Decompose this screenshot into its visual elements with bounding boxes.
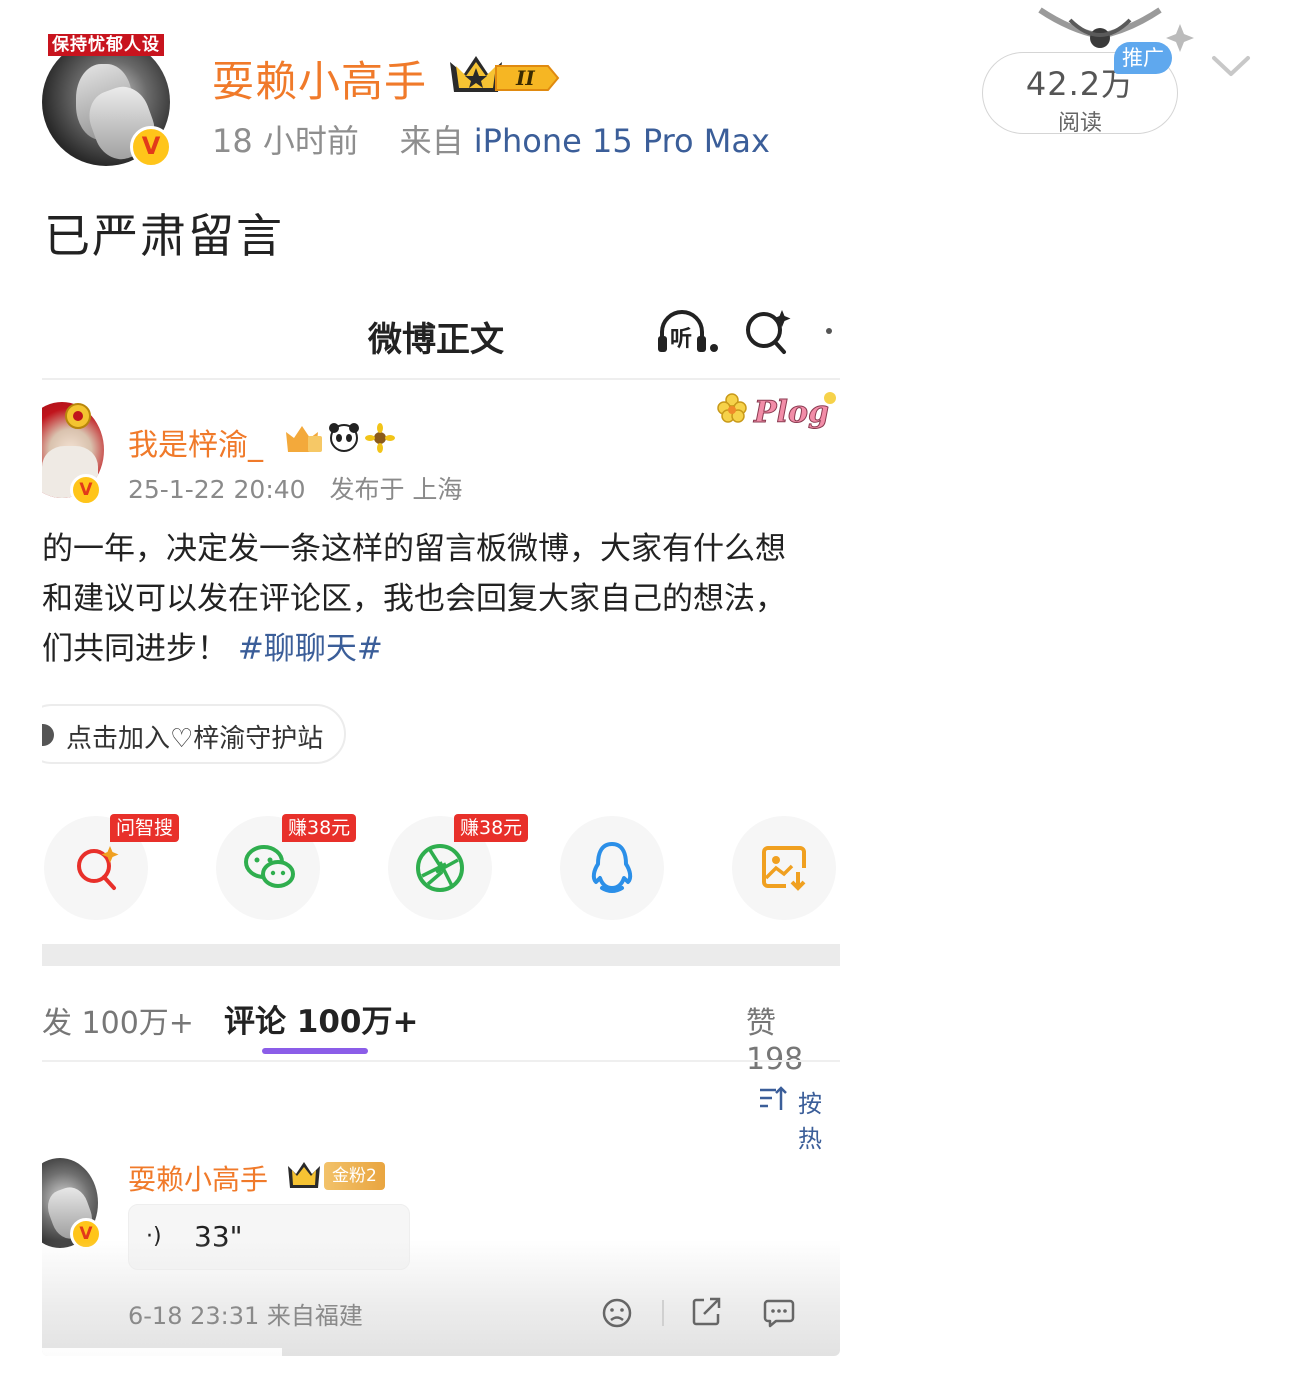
share-tag: 问智搜 — [110, 814, 180, 842]
share-tag: 赚38元 — [282, 814, 357, 842]
join-fan-group-label: 点击加入♡梓渝守护站 — [66, 724, 324, 754]
body-line-2: 和建议可以发在评论区，我也会回复大家自己的想法， — [42, 581, 786, 617]
screenshot-title: 微博正文 — [368, 320, 504, 360]
read-label: 阅读 — [1057, 111, 1102, 136]
author-name[interactable]: 耍赖小高手 — [212, 48, 427, 109]
share-tag: 赚38元 — [454, 814, 529, 842]
verified-badge-icon: V — [70, 474, 102, 506]
wechat-icon — [244, 845, 295, 888]
original-post-meta: 25-1-22 20:40 发布于 上海 — [128, 470, 462, 506]
moments-icon — [416, 844, 464, 892]
post-time: 18 小时前 — [212, 122, 359, 160]
verified-badge-icon: V — [130, 126, 172, 168]
comment-icon[interactable] — [762, 1296, 796, 1330]
svg-text:听: 听 — [670, 327, 692, 352]
more-icon[interactable] — [826, 328, 832, 334]
qq-icon — [591, 842, 633, 893]
commenter-name[interactable]: 耍赖小高手 — [128, 1158, 268, 1198]
post-source-label: 来自 — [399, 122, 464, 160]
share-icon[interactable] — [690, 1294, 724, 1328]
plog-sticker-icon: Plog — [717, 392, 836, 431]
original-author-name[interactable]: 我是梓渝_ — [128, 420, 263, 464]
ai-search-icon[interactable] — [742, 306, 792, 358]
post-text: 已严肃留言 — [44, 209, 284, 263]
fan-badge: 金粉2 — [324, 1162, 385, 1190]
listen-icon[interactable]: 听 — [656, 308, 720, 358]
dislike-face-icon[interactable] — [600, 1296, 634, 1330]
user-badges-icon — [286, 423, 395, 453]
member-crown-icon — [288, 1162, 320, 1188]
body-line-3: 们共同进步！ #聊聊天# — [42, 631, 383, 667]
ad-badge: 推广 — [1114, 42, 1172, 74]
svg-text:II: II — [515, 66, 535, 90]
member-crown-icon[interactable]: II — [446, 52, 562, 98]
original-post-body: 的一年，决定发一条这样的留言板微博，大家有什么想 和建议可以发在评论区，我也会回… — [42, 524, 840, 674]
embedded-screenshot[interactable]: 微博正文 听 V 我是梓渝_ 25-1-22 20:40 发布于 上海 Plog… — [42, 290, 840, 1356]
tab-repost[interactable]: 发 100万+ — [42, 998, 194, 1042]
section-separator — [42, 944, 840, 966]
save-image-icon — [762, 846, 806, 891]
sort-icon[interactable] — [758, 1084, 788, 1114]
original-post-datetime: 25-1-22 20:40 — [128, 475, 306, 504]
divider — [42, 1060, 840, 1062]
original-post-location: 发布于 上海 — [329, 475, 463, 504]
avatar-tag: 保持忧郁人设 — [48, 34, 164, 56]
comment-meta: 6-18 23:31 来自福建 — [128, 1302, 363, 1330]
svg-text:Plog: Plog — [753, 395, 829, 430]
divider — [42, 378, 840, 380]
body-line-1: 的一年，决定发一条这样的留言板微博，大家有什么想 — [42, 531, 786, 567]
avatar-decoration-icon — [65, 403, 91, 429]
tab-like[interactable]: 赞 198 — [746, 998, 840, 1077]
tab-comment[interactable]: 评论 100万+ — [224, 996, 418, 1041]
chevron-down-icon[interactable] — [1210, 50, 1252, 80]
ai-search-icon — [77, 846, 119, 890]
active-tab-indicator — [262, 1048, 368, 1054]
post-meta: 18 小时前 来自 iPhone 15 Pro Max — [212, 116, 770, 162]
divider — [662, 1300, 664, 1326]
post-device[interactable]: iPhone 15 Pro Max — [474, 122, 770, 160]
hashtag-link[interactable]: #聊聊天# — [238, 631, 383, 667]
scrollbar-thumb[interactable] — [42, 1348, 282, 1356]
sort-label[interactable]: 按热 — [798, 1084, 840, 1154]
